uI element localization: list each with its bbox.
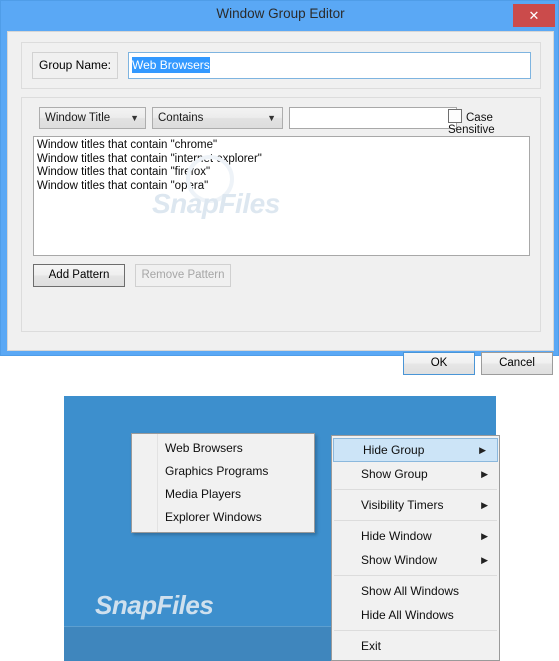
- menu-item-label: Graphics Programs: [165, 464, 269, 478]
- checkbox-icon: [448, 109, 462, 123]
- add-pattern-button[interactable]: Add Pattern: [33, 264, 125, 287]
- criteria-groupbox: Window Title ▼ Contains ▼ Case Sensitive…: [21, 97, 541, 332]
- dialog-titlebar[interactable]: Window Group Editor ✕: [1, 1, 559, 31]
- menu-item-hide-all-windows[interactable]: Hide All Windows: [332, 603, 499, 627]
- hide-group-submenu: Web Browsers Graphics Programs Media Pla…: [131, 433, 315, 533]
- submenu-arrow-icon: ▶: [481, 555, 488, 565]
- close-icon[interactable]: ✕: [513, 4, 555, 27]
- menu-separator: [334, 489, 497, 490]
- group-name-label: Group Name:: [32, 52, 118, 79]
- group-name-groupbox: Group Name: Web Browsers: [21, 42, 541, 89]
- dialog-title: Window Group Editor: [216, 6, 345, 21]
- menu-item-label: Explorer Windows: [165, 510, 262, 524]
- pattern-list[interactable]: Window titles that contain "chrome" Wind…: [33, 136, 530, 256]
- window-group-editor-dialog: Window Group Editor ✕ Group Name: Web Br…: [0, 0, 559, 375]
- field-select-value: Window Title: [45, 112, 111, 124]
- menu-separator: [334, 575, 497, 576]
- chevron-down-icon: ▼: [130, 113, 139, 123]
- list-item[interactable]: Window titles that contain "opera": [37, 180, 526, 194]
- operator-select[interactable]: Contains ▼: [152, 107, 283, 129]
- menu-item-visibility-timers[interactable]: Visibility Timers ▶: [332, 493, 499, 517]
- tray-context-menu: Hide Group ▶ Show Group ▶ Visibility Tim…: [331, 435, 500, 661]
- menu-item-exit[interactable]: Exit: [332, 634, 499, 658]
- submenu-item-web-browsers[interactable]: Web Browsers: [132, 437, 314, 460]
- remove-pattern-button: Remove Pattern: [135, 264, 231, 287]
- list-item[interactable]: Window titles that contain "chrome": [37, 139, 526, 153]
- submenu-arrow-icon: ▶: [481, 469, 488, 479]
- menu-item-hide-group[interactable]: Hide Group ▶: [333, 438, 498, 462]
- menu-item-label: Media Players: [165, 487, 242, 501]
- menu-item-label: Show All Windows: [361, 584, 460, 598]
- menu-item-show-window[interactable]: Show Window ▶: [332, 548, 499, 572]
- submenu-arrow-icon: ▶: [481, 500, 488, 510]
- menu-item-label: Hide Group: [363, 443, 425, 457]
- group-name-input[interactable]: Web Browsers: [128, 52, 531, 79]
- menu-item-label: Hide Window: [361, 529, 432, 543]
- cancel-button[interactable]: Cancel: [481, 352, 553, 375]
- menu-separator: [334, 630, 497, 631]
- submenu-arrow-icon: ▶: [479, 445, 486, 455]
- menu-item-label: Show Window: [361, 553, 438, 567]
- menu-item-hide-window[interactable]: Hide Window ▶: [332, 524, 499, 548]
- field-select[interactable]: Window Title ▼: [39, 107, 146, 129]
- chevron-down-icon: ▼: [267, 113, 276, 123]
- pattern-value-input[interactable]: [289, 107, 457, 129]
- menu-item-show-group[interactable]: Show Group ▶: [332, 462, 499, 486]
- submenu-item-graphics-programs[interactable]: Graphics Programs: [132, 460, 314, 483]
- submenu-item-explorer-windows[interactable]: Explorer Windows: [132, 506, 314, 529]
- submenu-item-media-players[interactable]: Media Players: [132, 483, 314, 506]
- case-sensitive-checkbox[interactable]: Case Sensitive: [448, 109, 540, 136]
- group-name-input-value: Web Browsers: [132, 57, 210, 73]
- dialog-body: Group Name: Web Browsers Window Title ▼ …: [7, 31, 554, 375]
- list-item[interactable]: Window titles that contain "firefox": [37, 166, 526, 180]
- menu-item-label: Hide All Windows: [361, 608, 454, 622]
- list-item[interactable]: Window titles that contain "internet exp…: [37, 153, 526, 167]
- menu-item-label: Show Group: [361, 467, 428, 481]
- menu-item-label: Visibility Timers: [361, 498, 444, 512]
- submenu-arrow-icon: ▶: [481, 531, 488, 541]
- menu-separator: [334, 520, 497, 521]
- menu-item-show-all-windows[interactable]: Show All Windows: [332, 579, 499, 603]
- menu-item-label: Exit: [361, 639, 382, 653]
- operator-select-value: Contains: [158, 112, 204, 124]
- ok-button[interactable]: OK: [403, 352, 475, 375]
- menu-item-label: Web Browsers: [165, 441, 243, 455]
